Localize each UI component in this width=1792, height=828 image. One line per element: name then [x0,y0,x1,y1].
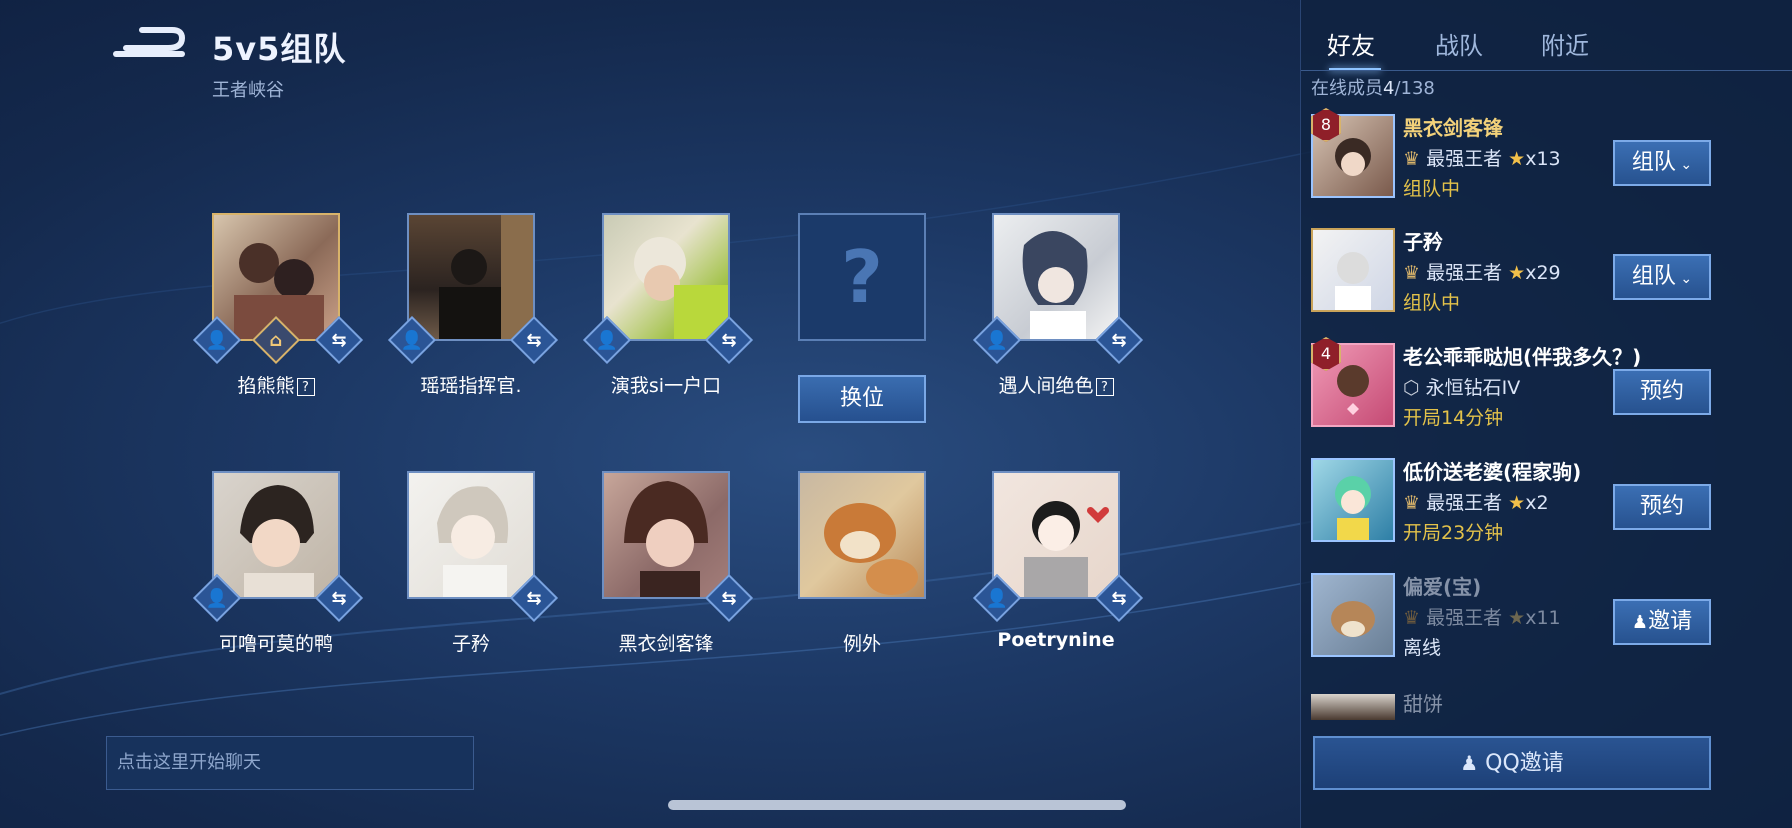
friend-name: 老公乖乖哒旭(伴我多久？) [1403,345,1642,369]
reserve-button[interactable]: 预约 [1613,484,1711,530]
background-swoosh [0,149,1320,737]
friend-status: 组队中 [1403,292,1461,314]
player-avatar[interactable] [407,471,535,599]
avatar-art [624,481,708,597]
rank-emblem-icon: ⬡ [1403,377,1420,399]
avatar-art [1335,476,1371,540]
chevron-down-icon: ⌄ [1675,271,1693,287]
player-name: 子矜 [451,633,490,655]
rank-emblem-icon: ♛ [1403,607,1421,629]
player-avatar[interactable] [602,471,730,599]
tab-friends[interactable]: 好友 [1327,26,1375,61]
friend-avatar[interactable] [1311,228,1395,312]
friend-rank: ♛ 最强王者 ★x13 [1403,148,1561,170]
player-name: 可噜可莫的鸭 [218,633,333,655]
avatar-art [824,503,918,595]
qq-icon: ♟ [1631,612,1649,633]
avatar-art [437,486,509,597]
friend-avatar[interactable] [1311,694,1395,720]
friend-name: 偏爱(宝) [1403,575,1482,599]
qq-icon: ♟ [1460,751,1479,775]
avatar-art [1335,252,1371,310]
player-name: 掐熊熊? [182,371,370,398]
friend-status: 开局14分钟 [1403,407,1504,429]
chevron-down-icon: ⌄ [1675,157,1693,173]
question-icon[interactable]: ? [296,377,315,396]
tab-team[interactable]: 战队 [1435,26,1483,61]
avatar-art [240,485,314,597]
team-up-button[interactable]: 组队 ⌄ [1613,254,1711,300]
friend-rank: ♛ 最强王者 ★x2 [1403,492,1549,514]
player-name: 演我si一户口 [610,375,722,397]
rank-emblem-icon: ♛ [1403,148,1421,170]
player-name: 瑶瑶指挥官. [420,375,522,397]
online-members: 在线成员4/138 [1311,78,1435,99]
star-icon: ★ [1508,148,1526,170]
friend-name: 低价送老婆(程家驹) [1403,460,1582,484]
player-avatar[interactable] [212,471,340,599]
qq-invite-button[interactable]: ♟ QQ邀请 [1313,736,1711,790]
panel-tabs: 好友 战队 附近 [1301,18,1792,71]
friend-status: 开局23分钟 [1403,522,1504,544]
avatar-art [1024,501,1110,597]
friend-avatar[interactable] [1311,458,1395,542]
home-indicator[interactable] [668,800,1126,810]
empty-team-slot[interactable]: ? [798,213,926,341]
divider [1301,70,1792,71]
map-subtitle: 王者峡谷 [212,80,284,101]
player-name: Poetrynine [997,629,1115,651]
star-icon: ★ [1508,607,1526,629]
question-icon[interactable]: ? [1095,377,1114,396]
friend-status: 组队中 [1403,178,1461,200]
avatar-art [1022,230,1088,339]
chat-input[interactable]: 点击这里开始聊天 [106,736,474,790]
back-icon[interactable] [112,24,192,64]
friend-row[interactable]: 低价送老婆(程家驹) ♛ 最强王者 ★x2 开局23分钟 预约 [1301,448,1792,562]
friend-row[interactable]: 子矜 ♛ 最强王者 ★x29 组队中 组队 ⌄ [1301,218,1792,332]
friend-row[interactable]: 甜饼 [1301,678,1792,722]
friend-rank: ♛ 最强王者 ★x11 [1403,607,1561,629]
player-avatar[interactable] [407,213,535,341]
team-up-button[interactable]: 组队 ⌄ [1613,140,1711,186]
player-avatar[interactable] [992,471,1120,599]
player-name: 黑衣剑客锋 [618,633,714,655]
avatar-art [1331,601,1375,637]
page-title: 5v5组队 [212,30,347,68]
friend-row[interactable]: 偏爱(宝) ♛ 最强王者 ★x11 离线 ♟邀请 [1301,563,1792,677]
invite-button[interactable]: ♟邀请 [1613,599,1711,645]
friend-avatar[interactable] [1311,573,1395,657]
player-avatar[interactable] [992,213,1120,341]
question-mark-icon: ? [841,235,883,319]
friend-row[interactable]: 8 黑衣剑客锋 ♛ 最强王者 ★x13 组队中 组队 ⌄ [1301,104,1792,218]
friend-rank: ⬡ 永恒钻石IV [1403,377,1521,399]
player-avatar[interactable] [602,213,730,341]
friend-name: 黑衣剑客锋 [1403,116,1503,140]
avatar-art [439,215,533,339]
friend-rank: ♛ 最强王者 ★x29 [1403,262,1561,284]
swap-position-button[interactable]: 换位 [798,375,926,423]
player-name: 例外 [842,633,881,655]
star-icon: ★ [1508,492,1526,514]
friends-panel: 好友 战队 附近 在线成员4/138 8 黑衣剑客锋 ♛ 最强王者 ★x13 组… [1300,0,1792,828]
player-name: 遇人间绝色? [962,371,1150,398]
rank-emblem-icon: ♛ [1403,262,1421,284]
friend-status: 离线 [1403,637,1442,659]
player-avatar[interactable] [798,471,926,599]
avatar-art [634,237,728,339]
star-icon: ★ [1508,262,1526,284]
friend-name: 甜饼 [1403,692,1443,716]
tab-nearby[interactable]: 附近 [1541,26,1589,61]
reserve-button[interactable]: 预约 [1613,369,1711,415]
friend-row[interactable]: 4 老公乖乖哒旭(伴我多久？) ⬡ 永恒钻石IV 开局14分钟 预约 [1301,333,1792,447]
rank-emblem-icon: ♛ [1403,492,1421,514]
friend-name: 子矜 [1403,230,1443,254]
